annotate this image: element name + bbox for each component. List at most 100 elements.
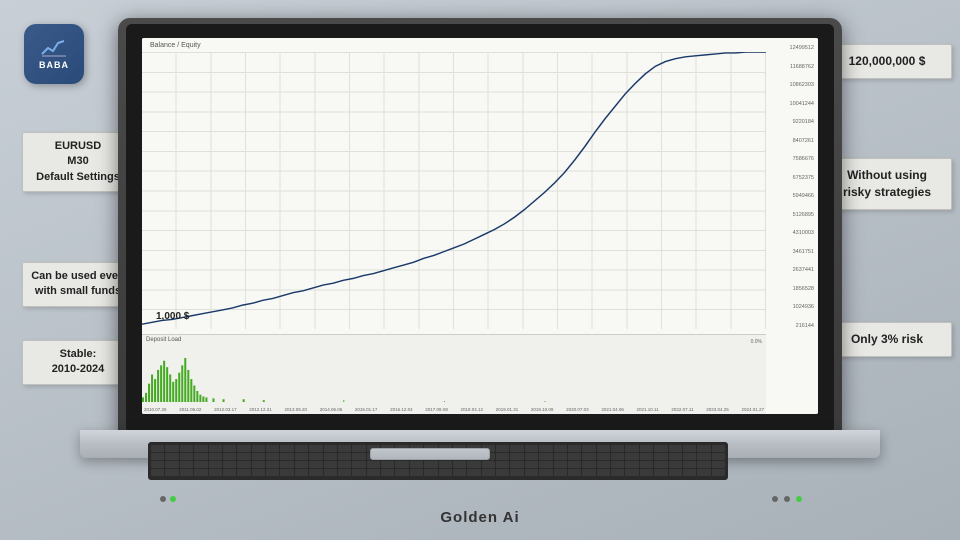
key <box>309 445 322 452</box>
key <box>640 445 653 452</box>
key <box>180 445 193 452</box>
y-label-14: 1856528 <box>793 287 814 293</box>
key <box>439 469 452 476</box>
x-label-14: 2021.04.06 <box>601 407 624 412</box>
key <box>654 469 667 476</box>
x-label-1: 2010.07.26 <box>144 407 167 412</box>
key <box>611 461 624 468</box>
x-label-4: 2012.12.21 <box>249 407 272 412</box>
y-label-13: 2637441 <box>793 268 814 274</box>
indicator-dot-right-3 <box>796 496 802 502</box>
key <box>237 453 250 460</box>
x-label-2: 2011.06.02 <box>179 407 201 412</box>
key <box>151 469 164 476</box>
x-label-16: 2022.07.11 <box>671 407 693 412</box>
laptop-screen-outer: Balance / Equity 1,000 $ <box>118 18 842 438</box>
bottom-dots-left <box>160 496 176 502</box>
key <box>568 445 581 452</box>
app-icon-label: BABA <box>39 60 69 70</box>
key <box>582 461 595 468</box>
key <box>712 453 725 460</box>
key <box>510 445 523 452</box>
y-label-9: 5949466 <box>793 194 814 200</box>
stable-text: Stable:2010-2024 <box>52 348 105 375</box>
key <box>496 445 509 452</box>
key <box>525 445 538 452</box>
y-label-8: 6752375 <box>793 176 814 182</box>
key <box>453 461 466 468</box>
y-label-11: 4310003 <box>793 231 814 237</box>
key <box>597 469 610 476</box>
key <box>266 453 279 460</box>
x-label-18: 2024.01.27 <box>741 407 764 412</box>
key <box>180 453 193 460</box>
key <box>280 469 293 476</box>
key <box>554 445 567 452</box>
key <box>266 461 279 468</box>
key <box>554 453 567 460</box>
laptop-trackpad[interactable] <box>370 448 490 460</box>
key <box>611 469 624 476</box>
key <box>424 469 437 476</box>
key <box>352 453 365 460</box>
deposit-chart-svg <box>142 347 766 402</box>
x-label-10: 2018.04.12 <box>461 407 484 412</box>
key <box>295 453 308 460</box>
key <box>367 461 380 468</box>
key <box>669 445 682 452</box>
key <box>309 461 322 468</box>
key <box>554 461 567 468</box>
y-label-1: 12499512 <box>790 46 814 52</box>
key <box>697 461 710 468</box>
key <box>209 445 222 452</box>
start-value-label: 1,000 $ <box>156 311 189 322</box>
key <box>324 445 337 452</box>
key <box>640 453 653 460</box>
strategy-text: Without usingrisky strategies <box>843 168 931 199</box>
key <box>683 469 696 476</box>
y-label-16: 216144 <box>796 324 814 330</box>
deposit-area: Deposit Load <box>142 334 766 414</box>
key <box>180 469 193 476</box>
key <box>568 461 581 468</box>
x-label-6: 2014.06.06 <box>320 407 343 412</box>
key <box>424 461 437 468</box>
key <box>510 461 523 468</box>
deposit-svg-container <box>142 347 766 402</box>
key <box>151 461 164 468</box>
app-icon: BABA <box>24 24 84 84</box>
indicator-dot-right-1 <box>772 496 778 502</box>
laptop-bezel: Balance / Equity 1,000 $ <box>126 24 834 430</box>
x-label-9: 2017.09.08 <box>425 407 448 412</box>
y-label-15: 1024936 <box>793 305 814 311</box>
key <box>482 461 495 468</box>
key <box>640 469 653 476</box>
key <box>410 461 423 468</box>
key <box>625 461 638 468</box>
key <box>252 453 265 460</box>
key <box>597 445 610 452</box>
chart-title: Balance / Equity <box>150 42 201 49</box>
key <box>165 461 178 468</box>
brand-text: Golden Ai <box>440 509 519 526</box>
x-label-12: 2019.10.09 <box>531 407 554 412</box>
key <box>525 461 538 468</box>
key <box>194 445 207 452</box>
key <box>252 469 265 476</box>
key <box>525 469 538 476</box>
key <box>352 461 365 468</box>
key <box>295 461 308 468</box>
key <box>338 461 351 468</box>
key <box>280 461 293 468</box>
key <box>496 461 509 468</box>
key <box>712 469 725 476</box>
key <box>539 445 552 452</box>
key <box>683 445 696 452</box>
key <box>367 469 380 476</box>
start-value-text: 1,000 $ <box>156 311 189 322</box>
key <box>252 445 265 452</box>
y-label-5: 9220184 <box>793 120 814 126</box>
eurusd-text: EURUSDM30Default Settings <box>36 140 120 183</box>
key <box>223 453 236 460</box>
chart-svg-container <box>142 52 766 329</box>
